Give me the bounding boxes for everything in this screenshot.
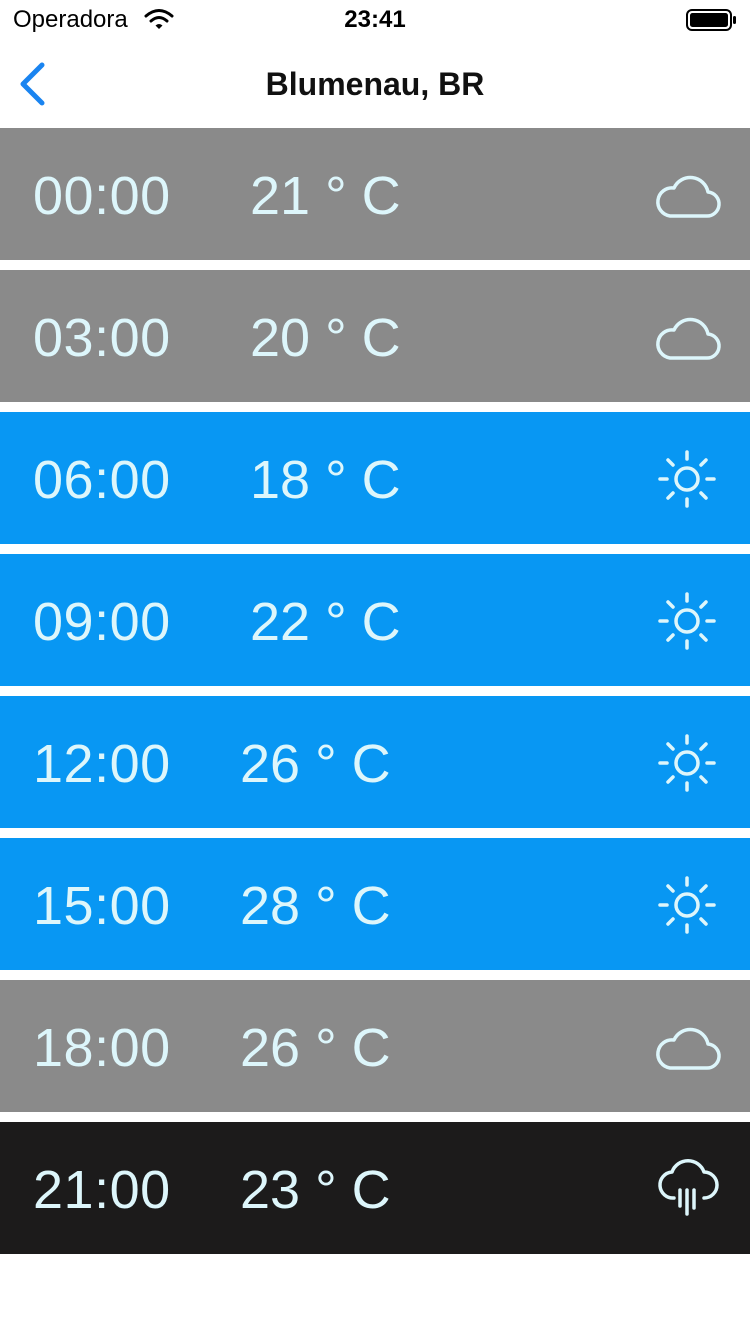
forecast-temperature: 28 ° C [240, 876, 391, 936]
forecast-time: 03:00 [33, 308, 171, 368]
forecast-temperature: 21 ° C [250, 166, 401, 226]
forecast-time: 09:00 [33, 592, 171, 652]
forecast-temperature: 20 ° C [250, 308, 401, 368]
forecast-row[interactable]: 12:00 26 ° C [0, 696, 750, 828]
forecast-time: 12:00 [33, 734, 171, 794]
page-title: Blumenau, BR [265, 66, 485, 102]
forecast-row[interactable]: 06:00 18 ° C [0, 412, 750, 544]
forecast-row[interactable]: 03:00 20 ° C [0, 270, 750, 402]
navigation-bar: Blumenau, BR [0, 40, 750, 128]
forecast-row[interactable]: 15:00 28 ° C [0, 838, 750, 970]
forecast-time: 06:00 [33, 450, 171, 510]
forecast-temperature: 26 ° C [240, 1018, 391, 1078]
forecast-row[interactable]: 00:00 21 ° C [0, 128, 750, 260]
forecast-row[interactable]: 21:00 23 ° C [0, 1122, 750, 1254]
cloud-icon [652, 1016, 722, 1078]
forecast-temperature: 18 ° C [250, 450, 401, 510]
forecast-row[interactable]: 09:00 22 ° C [0, 554, 750, 686]
battery-icon [686, 9, 738, 31]
forecast-temperature: 23 ° C [240, 1160, 391, 1220]
sun-icon [652, 732, 722, 794]
cloud-icon [652, 164, 722, 226]
cloud-icon [652, 306, 722, 368]
forecast-time: 18:00 [33, 1018, 171, 1078]
status-bar: Operadora 23:41 [0, 0, 750, 40]
sun-icon [652, 448, 722, 510]
forecast-list: 00:00 21 ° C 03:00 20 ° C 06:00 18 ° C 0… [0, 128, 750, 1264]
rain-cloud-icon [652, 1158, 722, 1220]
sun-icon [652, 874, 722, 936]
status-time: 23:41 [344, 6, 406, 33]
forecast-temperature: 22 ° C [250, 592, 401, 652]
forecast-time: 21:00 [33, 1160, 171, 1220]
sun-icon [652, 590, 722, 652]
forecast-time: 00:00 [33, 166, 171, 226]
forecast-time: 15:00 [33, 876, 171, 936]
forecast-row[interactable]: 18:00 26 ° C [0, 980, 750, 1112]
forecast-temperature: 26 ° C [240, 734, 391, 794]
